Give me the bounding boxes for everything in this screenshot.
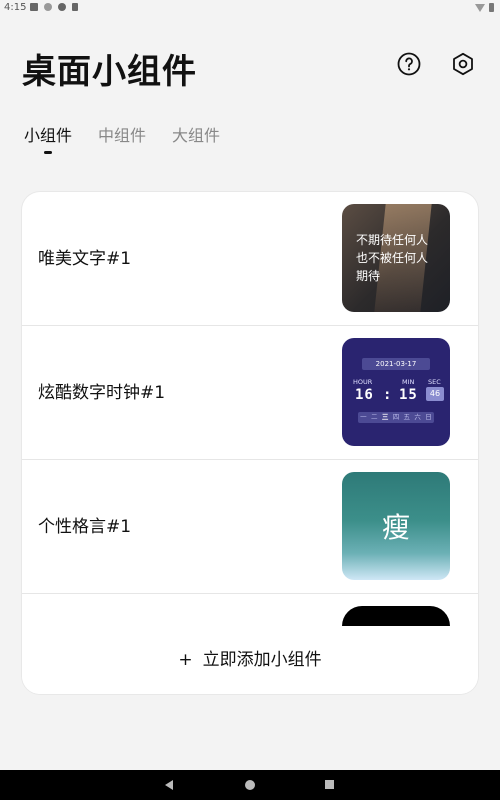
widget-preview-clock: 2021-03-17 HOUR MIN SEC 16 : 15 46 一 二 三…	[342, 338, 450, 446]
divider	[22, 593, 478, 594]
clock-weekdays: 一 二 三 四 五 六 日	[358, 412, 434, 423]
widget-label: 炫酷数字时钟#1	[38, 383, 166, 403]
clock-date: 2021-03-17	[362, 358, 430, 370]
weekday: 四	[392, 413, 400, 421]
weekday: 五	[403, 413, 411, 421]
help-button[interactable]	[397, 52, 421, 76]
settings-button[interactable]	[451, 52, 475, 76]
page-title: 桌面小组件	[22, 52, 197, 92]
preview-quote: 不期待任何人 也不被任何人 期待	[356, 231, 446, 285]
sync-icon	[58, 3, 66, 11]
clock-second: 46	[426, 387, 444, 401]
clock-sec-label: SEC	[428, 378, 441, 386]
status-bar: 4:15	[0, 0, 500, 16]
add-widget-button[interactable]: + 立即添加小组件	[22, 626, 478, 694]
quote-line: 不期待任何人	[356, 233, 429, 247]
wifi-status-icon	[44, 3, 52, 11]
tab-medium[interactable]: 中组件	[98, 122, 146, 146]
wifi-signal-icon	[475, 3, 485, 12]
widget-preview-text: 不期待任何人 也不被任何人 期待	[342, 204, 450, 312]
widget-preview-partial	[342, 606, 450, 626]
hexagon-gear-icon	[453, 52, 473, 76]
quote-line: 期待	[356, 269, 381, 283]
widget-list-card: 唯美文字#1 不期待任何人 也不被任何人 期待 炫酷数字时钟#1 2021-03…	[22, 192, 478, 694]
notification-icon	[30, 3, 38, 11]
clock-separator: :	[383, 387, 393, 403]
home-icon[interactable]	[245, 780, 255, 790]
weekday-current: 三	[381, 413, 389, 421]
widget-item-clock[interactable]: 炫酷数字时钟#1 2021-03-17 HOUR MIN SEC 16 : 15…	[22, 326, 478, 460]
clock-hour-label: HOUR	[353, 378, 373, 386]
weekday: 日	[425, 413, 432, 421]
widget-size-tabs: 小组件 中组件 大组件	[24, 122, 220, 154]
plus-icon: +	[178, 650, 193, 670]
quote-line: 也不被任何人	[356, 251, 429, 265]
system-nav-bar	[0, 770, 500, 800]
clock-minute: 15	[399, 387, 418, 403]
widget-preview-motto: 瘦	[342, 472, 450, 580]
question-circle-icon	[397, 52, 421, 76]
weekday: 六	[414, 413, 421, 421]
battery-icon	[489, 3, 494, 12]
clock-hour: 16	[355, 387, 374, 403]
weekday: 一	[360, 413, 367, 421]
widget-label: 唯美文字#1	[38, 249, 132, 269]
back-icon[interactable]	[165, 780, 173, 790]
sd-card-icon	[72, 3, 78, 11]
widget-item-text[interactable]: 唯美文字#1 不期待任何人 也不被任何人 期待	[22, 192, 478, 326]
tab-small-label: 小组件	[24, 126, 73, 145]
tab-large-label: 大组件	[172, 126, 221, 145]
tab-small[interactable]: 小组件	[24, 122, 73, 154]
recent-apps-icon[interactable]	[325, 780, 334, 789]
tab-large[interactable]: 大组件	[172, 122, 220, 146]
tab-active-indicator	[44, 151, 52, 154]
add-widget-label: 立即添加小组件	[202, 650, 322, 670]
weekday: 二	[371, 413, 378, 421]
preview-char: 瘦	[381, 511, 410, 544]
tab-medium-label: 中组件	[98, 126, 147, 145]
widget-label: 个性格言#1	[38, 517, 132, 537]
widget-item-motto[interactable]: 个性格言#1 瘦	[22, 460, 478, 594]
status-time: 4:15	[4, 2, 27, 13]
clock-min-label: MIN	[402, 378, 415, 386]
